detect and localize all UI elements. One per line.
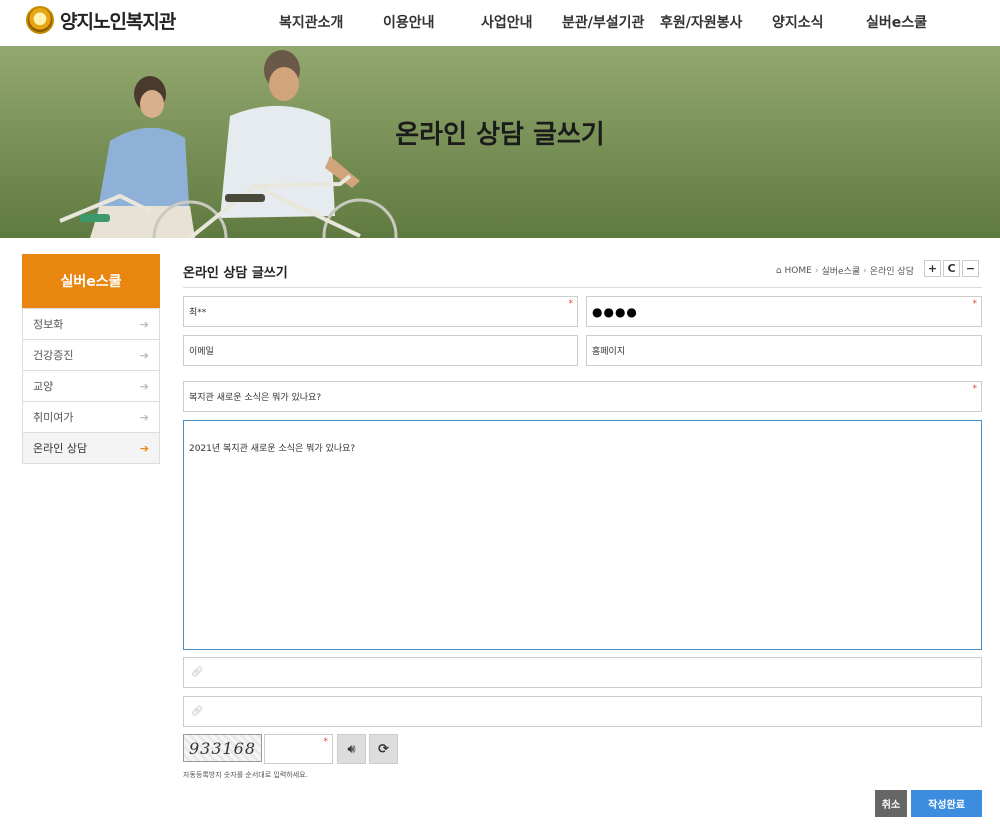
captcha-image-text: 933168 — [188, 738, 257, 758]
link1-field[interactable]: 🔗︎ — [183, 657, 982, 688]
nav-item-silver-school[interactable]: 실버e스쿨 — [866, 12, 927, 32]
content-textarea[interactable]: 2021년 복지관 새로운 소식은 뭐가 있나요? — [183, 420, 982, 650]
logo-text: 양지노인복지관 — [60, 10, 176, 33]
required-mark: * — [972, 384, 978, 394]
content-value: 2021년 복지관 새로운 소식은 뭐가 있나요? — [189, 444, 356, 454]
sidebar-heading: 실버e스쿨 — [22, 254, 160, 308]
sidebar-item-label: 온라인 상담 — [33, 442, 88, 455]
homepage-field[interactable]: 홈페이지 — [586, 335, 982, 366]
sidebar-menu: 정보화 ➔ 건강증진 ➔ 교양 ➔ 취미여가 ➔ 온라인 상담 ➔ — [22, 308, 160, 464]
refresh-icon: ⟳ — [378, 741, 389, 757]
sidebar-item-label: 교양 — [33, 380, 54, 393]
cancel-button[interactable]: 취소 — [875, 790, 907, 817]
subject-value: 복지관 새로운 소식은 뭐가 있나요? — [189, 393, 322, 403]
subject-field[interactable]: 복지관 새로운 소식은 뭐가 있나요? * — [183, 381, 982, 412]
nav-item-business[interactable]: 사업안내 — [481, 12, 533, 32]
email-placeholder: 이메일 — [189, 347, 214, 357]
captcha-refresh-button[interactable]: ⟳ — [369, 734, 398, 764]
arrow-right-icon: ➔ — [139, 441, 149, 455]
sidebar-item-label: 취미여가 — [33, 411, 74, 424]
sidebar-item-label: 정보화 — [33, 318, 64, 331]
speaker-icon: 🔊︎ — [347, 741, 356, 757]
sidebar-item-label: 건강증진 — [33, 349, 74, 362]
font-size-tools: + C − — [924, 260, 979, 277]
link2-field[interactable]: 🔗︎ — [183, 696, 982, 727]
arrow-right-icon: ➔ — [139, 348, 149, 362]
breadcrumb: ⌂ HOME › 실버e스쿨 › 온라인 상담 — [775, 264, 914, 278]
link-icon: 🔗︎ — [191, 667, 204, 678]
required-mark: * — [568, 299, 574, 309]
captcha-input[interactable]: * — [264, 734, 333, 764]
sidebar-item-health[interactable]: 건강증진 ➔ — [23, 340, 159, 371]
hero-title: 온라인 상담 글쓰기 — [395, 120, 605, 150]
homepage-placeholder: 홈페이지 — [592, 347, 626, 357]
captcha-audio-button[interactable]: 🔊︎ — [337, 734, 366, 764]
zoom-reset-button[interactable]: C — [943, 260, 960, 277]
sidebar-item-computer[interactable]: 정보화 ➔ — [23, 309, 159, 340]
zoom-out-button[interactable]: − — [962, 260, 979, 277]
breadcrumb-level2[interactable]: 온라인 상담 — [870, 264, 914, 277]
name-value: 최** — [189, 308, 207, 318]
email-field[interactable]: 이메일 — [183, 335, 578, 366]
home-icon: ⌂ — [775, 265, 782, 276]
hero-banner: 온라인 상담 글쓰기 — [0, 46, 1000, 238]
captcha-help-text: 자동등록방지 숫자를 순서대로 입력하세요. — [183, 771, 308, 779]
nav-item-about[interactable]: 복지관소개 — [279, 12, 343, 32]
chevron-right-icon: › — [814, 265, 819, 276]
arrow-right-icon: ➔ — [139, 379, 149, 393]
link-icon: 🔗︎ — [191, 706, 204, 717]
sidebar-item-online-counsel[interactable]: 온라인 상담 ➔ — [23, 433, 159, 464]
chevron-right-icon: › — [863, 265, 867, 276]
breadcrumb-level1[interactable]: 실버e스쿨 — [821, 264, 860, 277]
sidebar-item-culture[interactable]: 교양 ➔ — [23, 371, 159, 402]
sidebar-item-hobby[interactable]: 취미여가 ➔ — [23, 402, 159, 433]
zoom-in-button[interactable]: + — [924, 260, 941, 277]
nav-item-news[interactable]: 양지소식 — [772, 12, 824, 32]
site-header: 양지노인복지관 복지관소개 이용안내 사업안내 분관/부설기관 후원/자원봉사 … — [0, 0, 1000, 46]
breadcrumb-home[interactable]: HOME — [785, 266, 812, 276]
nav-item-branches[interactable]: 분관/부설기관 — [562, 12, 644, 32]
nav-item-support[interactable]: 후원/자원봉사 — [660, 12, 742, 32]
logo-emblem-icon — [26, 6, 54, 34]
title-divider — [183, 287, 982, 288]
name-field[interactable]: 최** * — [183, 296, 578, 327]
arrow-right-icon: ➔ — [139, 410, 149, 424]
required-mark: * — [323, 737, 329, 747]
password-mask: ●●●● — [592, 304, 638, 319]
nav-item-guide[interactable]: 이용안내 — [383, 12, 435, 32]
captcha-image: 933168 — [183, 734, 262, 762]
arrow-right-icon: ➔ — [139, 317, 149, 331]
page-title: 온라인 상담 글쓰기 — [183, 266, 288, 281]
submit-button[interactable]: 작성완료 — [911, 790, 982, 817]
password-field[interactable]: ●●●● * — [586, 296, 982, 327]
required-mark: * — [972, 299, 978, 309]
site-logo[interactable]: 양지노인복지관 — [26, 6, 176, 34]
